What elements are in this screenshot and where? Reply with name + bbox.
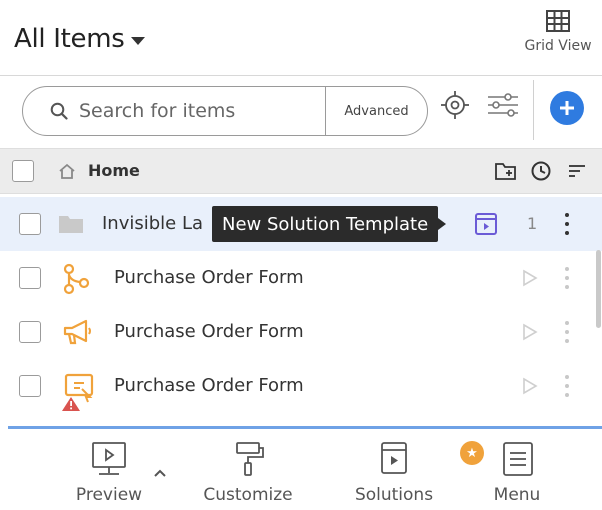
caret-down-icon (130, 37, 145, 45)
clock-icon[interactable] (530, 160, 552, 186)
list-item[interactable]: Purchase Order Form (0, 251, 602, 305)
preview-label: Preview (75, 485, 143, 505)
home-icon (58, 163, 76, 183)
customize-button[interactable]: Customize (193, 441, 303, 505)
toolbar-divider (533, 80, 534, 140)
more-options-icon[interactable] (560, 265, 574, 291)
preview-button[interactable]: Preview (54, 441, 164, 505)
grid-icon (546, 10, 570, 32)
solutions-icon (381, 442, 407, 474)
new-folder-icon[interactable] (494, 160, 518, 186)
page-title: All Items (14, 24, 125, 54)
grid-view-button[interactable]: Grid View (518, 10, 598, 54)
add-button[interactable] (550, 91, 584, 125)
bottom-toolbar: Preview Customize Solutions ★ Menu (0, 429, 602, 510)
tooltip: New Solution Template (212, 206, 447, 242)
search-icon (39, 102, 79, 120)
menu-icon (503, 442, 533, 476)
breadcrumb: Home (0, 148, 602, 194)
monitor-preview-icon (92, 442, 126, 475)
advanced-search-button[interactable]: Advanced (325, 87, 427, 135)
row-checkbox[interactable] (19, 213, 41, 235)
folder-icon (58, 214, 84, 238)
plus-icon (560, 101, 574, 115)
item-name: Purchase Order Form (114, 375, 304, 396)
run-icon[interactable] (522, 377, 538, 399)
more-options-icon[interactable] (560, 211, 574, 237)
menu-label: Menu (493, 485, 541, 505)
sort-icon[interactable] (568, 163, 586, 183)
item-count: 1 (527, 214, 538, 233)
solutions-label: Solutions (354, 485, 434, 505)
customize-label: Customize (203, 485, 293, 505)
more-options-icon[interactable] (560, 319, 574, 345)
paint-roller-icon (236, 442, 264, 476)
solutions-button[interactable]: Solutions (339, 441, 449, 505)
row-checkbox[interactable] (19, 267, 41, 289)
header: All Items Grid View (0, 0, 602, 75)
item-name: Purchase Order Form (114, 267, 304, 288)
search-box: Advanced (22, 86, 428, 136)
list-item[interactable]: Purchase Order Form (0, 305, 602, 359)
search-input[interactable] (79, 100, 329, 122)
grid-view-label: Grid View (524, 38, 592, 54)
breadcrumb-home[interactable]: Home (88, 161, 140, 180)
row-checkbox[interactable] (19, 375, 41, 397)
menu-button[interactable]: Menu (462, 441, 572, 505)
scrollbar[interactable] (596, 250, 601, 328)
solution-template-icon[interactable] (474, 210, 498, 240)
megaphone-icon (60, 317, 94, 351)
form-warning-icon (60, 371, 96, 415)
view-selector[interactable]: All Items (14, 24, 145, 54)
filter-sliders-icon[interactable] (486, 92, 520, 122)
locate-icon[interactable] (440, 90, 470, 124)
list-item[interactable]: Purchase Order Form (0, 359, 602, 413)
select-all-checkbox[interactable] (12, 160, 34, 182)
row-checkbox[interactable] (19, 321, 41, 343)
item-name: Purchase Order Form (114, 321, 304, 342)
run-icon[interactable] (522, 323, 538, 345)
more-options-icon[interactable] (560, 373, 574, 399)
run-icon[interactable] (522, 269, 538, 291)
chevron-up-icon[interactable] (153, 463, 167, 482)
item-name: Invisible La (102, 213, 204, 234)
workflow-icon (60, 263, 90, 299)
